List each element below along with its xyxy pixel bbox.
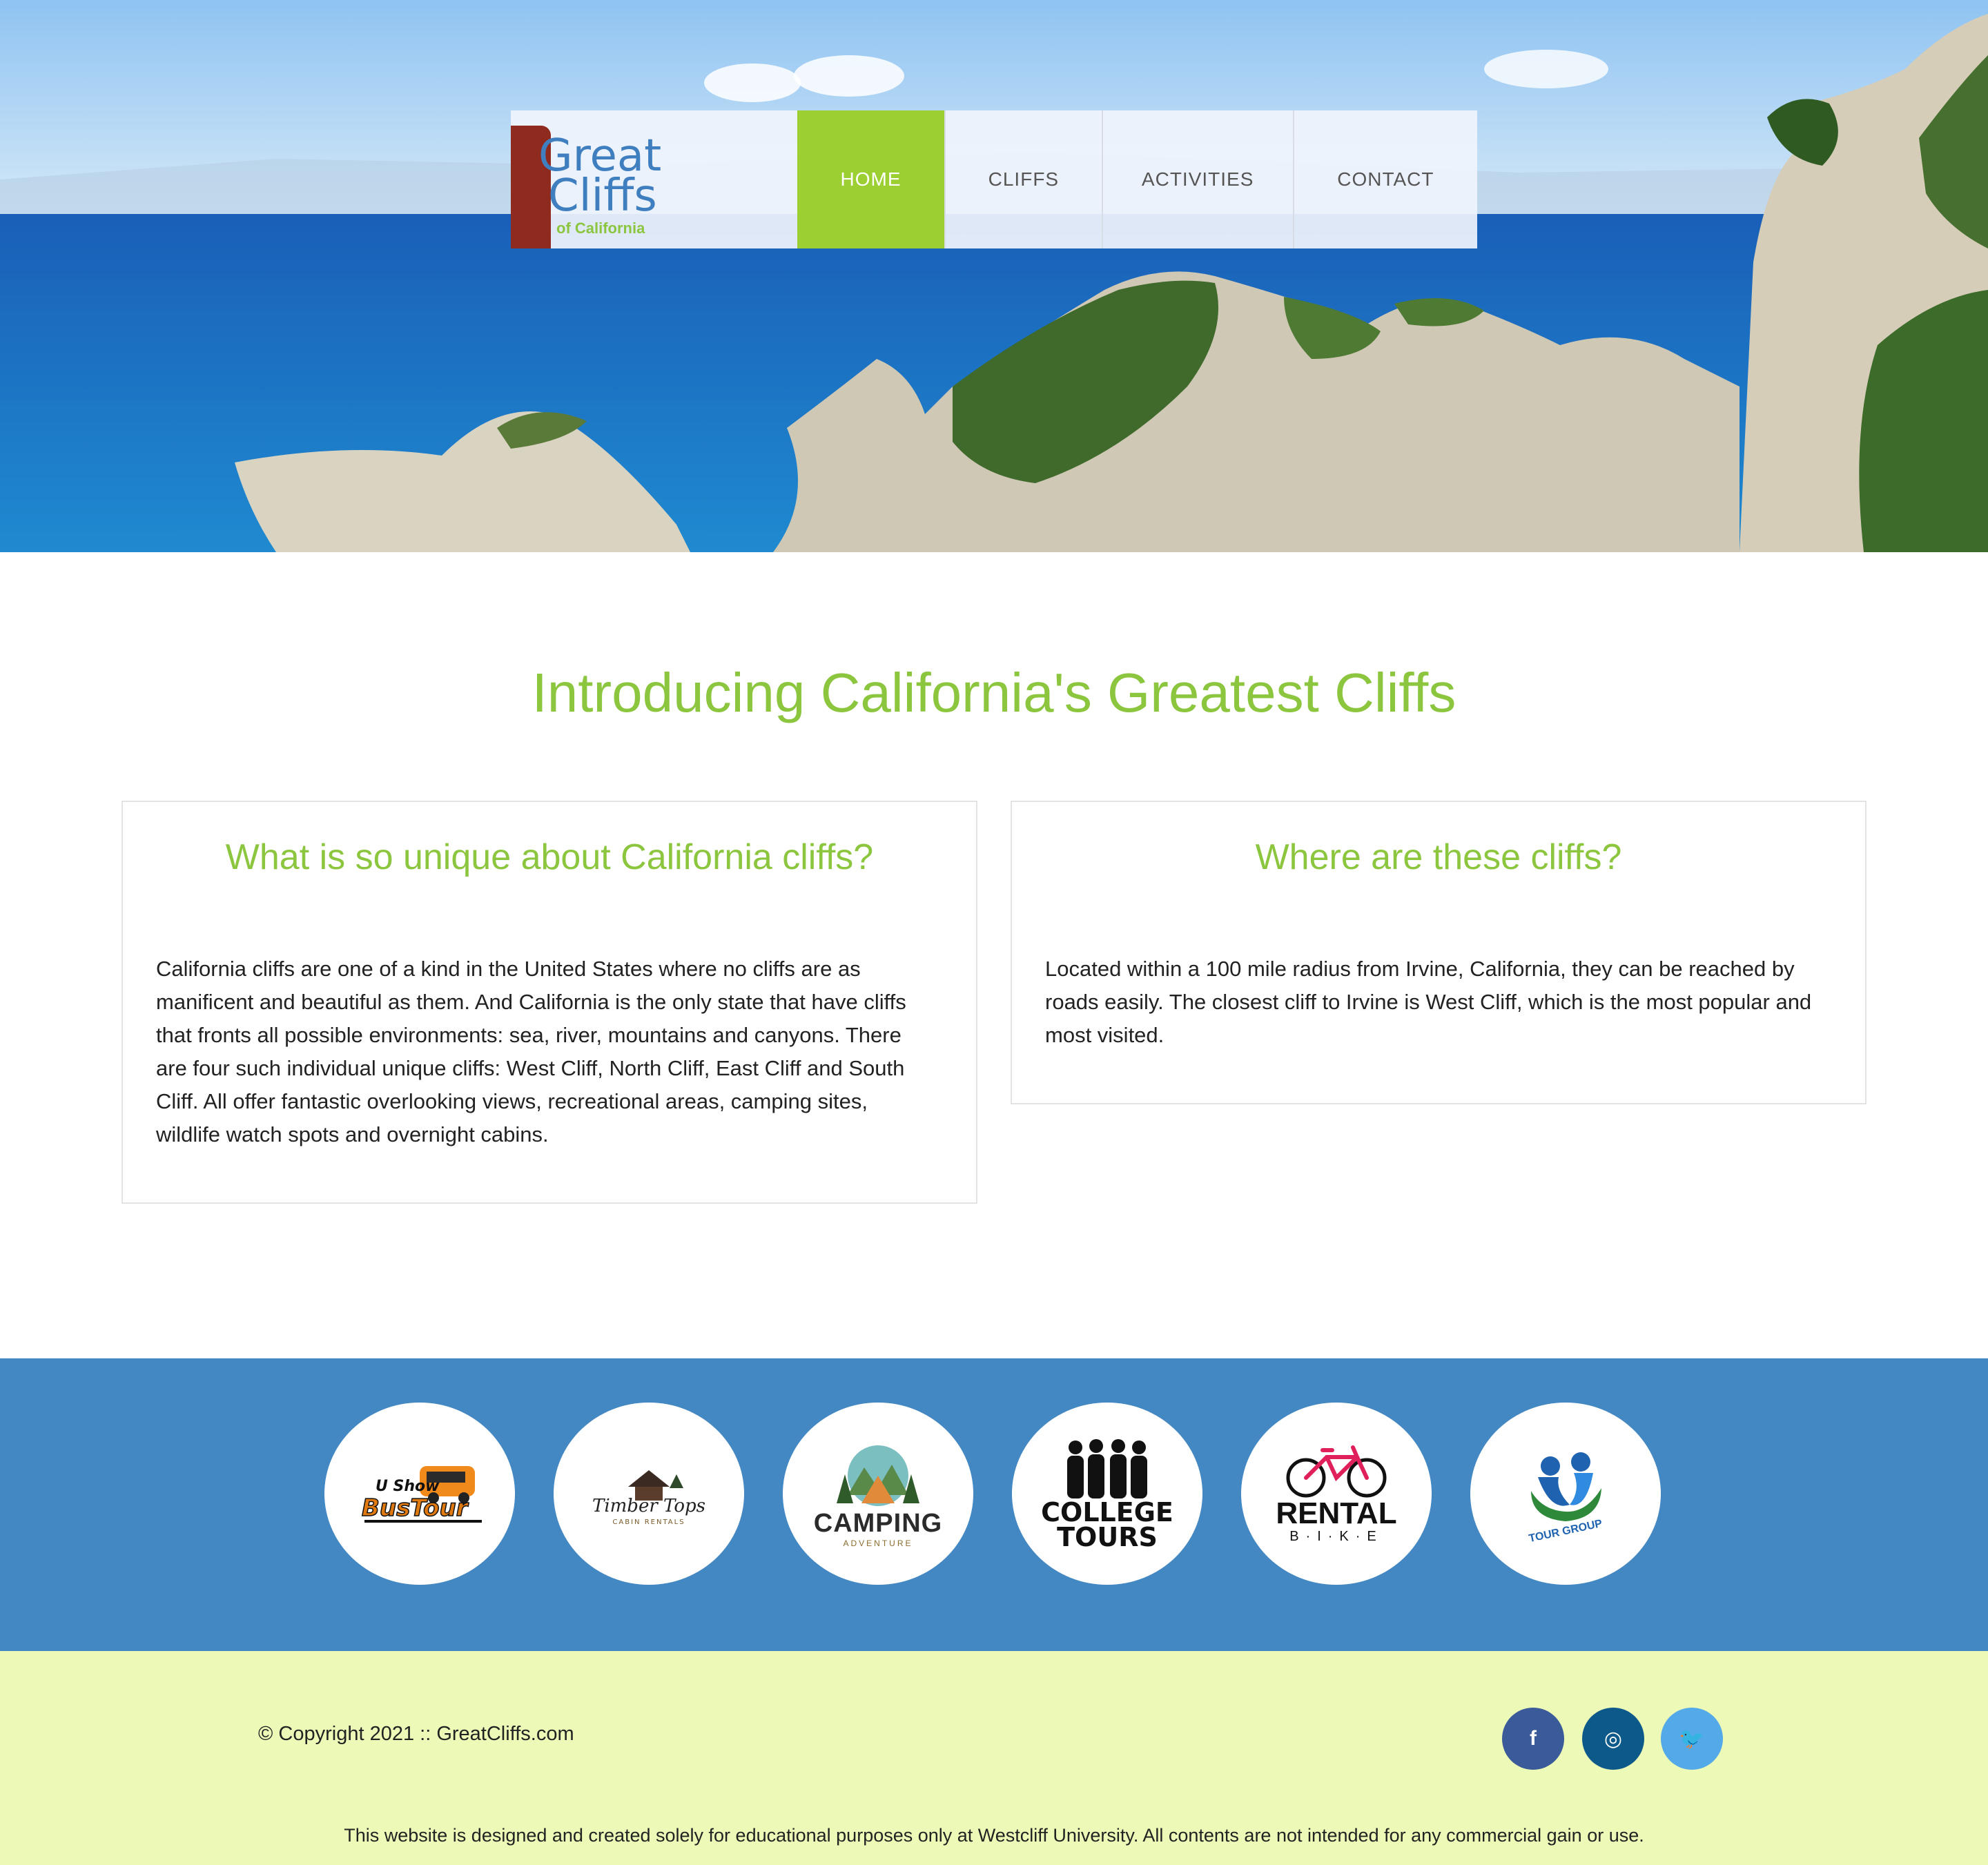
people-icon bbox=[1067, 1439, 1147, 1498]
tours-label: TOURS bbox=[1057, 1522, 1158, 1552]
card-heading: What is so unique about California cliff… bbox=[225, 837, 874, 877]
partner-rental-bike[interactable]: RENTAL B·I·K·E bbox=[1241, 1403, 1432, 1585]
tent-icon bbox=[837, 1445, 919, 1506]
timber-tops-line2: CABIN RENTALS bbox=[612, 1519, 685, 1526]
page-title: Introducing California's Greatest Cliffs bbox=[532, 662, 1456, 723]
college-label: COLLEGE bbox=[1041, 1497, 1173, 1527]
main-navbar: Great Cliffs of California HOME CLIFFS A… bbox=[511, 110, 1477, 248]
partner-timber-tops[interactable]: Timber Tops CABIN RENTALS bbox=[554, 1403, 744, 1585]
partner-bus-tour[interactable]: U Show BusTour bbox=[324, 1403, 515, 1585]
bicycle-icon bbox=[1286, 1445, 1387, 1497]
info-card-unique: What is so unique about California cliff… bbox=[121, 801, 977, 1204]
bus-tour-line2: BusTour bbox=[362, 1494, 469, 1522]
tour-group-icon bbox=[1531, 1452, 1601, 1521]
timber-tops-line1: Timber Tops bbox=[592, 1496, 705, 1516]
twitter-icon[interactable]: 🐦 bbox=[1661, 1708, 1723, 1770]
nav-activities[interactable]: ACTIVITIES bbox=[1101, 110, 1293, 248]
nav-contact[interactable]: CONTACT bbox=[1292, 110, 1477, 248]
partner-tour-group[interactable]: TOUR GROUP bbox=[1470, 1403, 1661, 1585]
card-body: California cliffs are one of a kind in t… bbox=[156, 957, 906, 1146]
facebook-icon[interactable]: f bbox=[1502, 1708, 1564, 1770]
card-body: Located within a 100 mile radius from Ir… bbox=[1045, 957, 1812, 1047]
card-heading: Where are these cliffs? bbox=[1255, 837, 1622, 877]
partner-college-tours[interactable]: COLLEGE TOURS bbox=[1012, 1403, 1202, 1585]
nav-home[interactable]: HOME bbox=[797, 110, 945, 248]
cabin-icon: Timber Tops CABIN RENTALS bbox=[592, 1470, 705, 1526]
info-card-location: Where are these cliffs? Located within a… bbox=[1011, 801, 1867, 1104]
nav-cliffs[interactable]: CLIFFS bbox=[944, 110, 1101, 248]
partners-strip: U Show BusTour Timber Tops CABIN RENTALS… bbox=[0, 1358, 1988, 1651]
camping-sub-label: ADVENTURE bbox=[843, 1538, 913, 1548]
site-logo[interactable]: Great Cliffs of California bbox=[511, 110, 797, 248]
hero-banner: Great Cliffs of California HOME CLIFFS A… bbox=[0, 0, 1988, 552]
disclaimer-text: This website is designed and created sol… bbox=[344, 1825, 1644, 1846]
bus-tour-line1: U Show bbox=[376, 1478, 440, 1495]
partner-camping-adventure[interactable]: CAMPING ADVENTURE bbox=[783, 1403, 973, 1585]
logo-line2: Cliffs bbox=[548, 170, 657, 222]
camping-label: CAMPING bbox=[813, 1508, 943, 1538]
hero-image bbox=[0, 0, 1988, 552]
logo-line3: of California bbox=[556, 219, 645, 237]
rental-label: RENTAL bbox=[1276, 1496, 1397, 1530]
instagram-icon[interactable]: ◎ bbox=[1582, 1708, 1644, 1770]
copyright-text: © Copyright 2021 :: GreatCliffs.com bbox=[258, 1723, 574, 1745]
site-footer: © Copyright 2021 :: GreatCliffs.com f ◎ … bbox=[0, 1651, 1988, 1865]
bus-icon: U Show BusTour bbox=[361, 1466, 482, 1523]
bike-label: B·I·K·E bbox=[1289, 1528, 1383, 1544]
